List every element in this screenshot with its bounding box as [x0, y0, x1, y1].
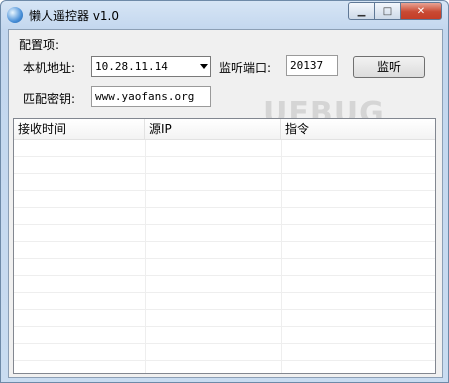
window-controls: ▁ □ ✕ — [348, 2, 442, 20]
column-divider — [145, 140, 146, 373]
config-group: 配置项: 本机地址: 10.28.11.14 监听端口: 20137 监听 匹配… — [13, 34, 438, 131]
column-header-command[interactable]: 指令 — [281, 119, 435, 139]
local-address-label: 本机地址: — [23, 61, 76, 75]
local-address-combobox[interactable]: 10.28.11.14 — [91, 56, 211, 77]
close-button[interactable]: ✕ — [400, 2, 442, 20]
column-divider — [281, 140, 282, 373]
key-input[interactable]: www.yaofans.org — [91, 86, 211, 107]
key-label: 匹配密钥: — [23, 92, 76, 106]
app-icon — [7, 7, 23, 23]
close-icon: ✕ — [416, 5, 426, 17]
list-body — [14, 140, 435, 373]
column-header-source-ip[interactable]: 源IP — [145, 119, 281, 139]
minimize-icon: ▁ — [357, 5, 366, 17]
command-list[interactable]: 接收时间 源IP 指令 — [13, 118, 436, 374]
window-title: 懒人遥控器 v1.0 — [29, 9, 120, 23]
maximize-icon: □ — [382, 5, 393, 17]
title-bar[interactable]: 懒人遥控器 v1.0 ▁ □ ✕ — [1, 1, 448, 29]
column-header-time[interactable]: 接收时间 — [14, 119, 145, 139]
listen-port-input[interactable]: 20137 — [286, 55, 338, 76]
maximize-button[interactable]: □ — [374, 2, 400, 20]
local-address-value: 10.28.11.14 — [95, 60, 168, 73]
listen-button[interactable]: 监听 — [353, 56, 425, 78]
app-window: 懒人遥控器 v1.0 ▁ □ ✕ 配置项: 本机地址: 10.28.11.14 … — [0, 0, 449, 383]
client-area: 配置项: 本机地址: 10.28.11.14 监听端口: 20137 监听 匹配… — [8, 29, 443, 378]
listen-port-label: 监听端口: — [219, 61, 272, 75]
list-header: 接收时间 源IP 指令 — [14, 119, 435, 140]
config-group-title: 配置项: — [19, 38, 60, 52]
chevron-down-icon[interactable] — [200, 64, 208, 69]
minimize-button[interactable]: ▁ — [348, 2, 374, 20]
